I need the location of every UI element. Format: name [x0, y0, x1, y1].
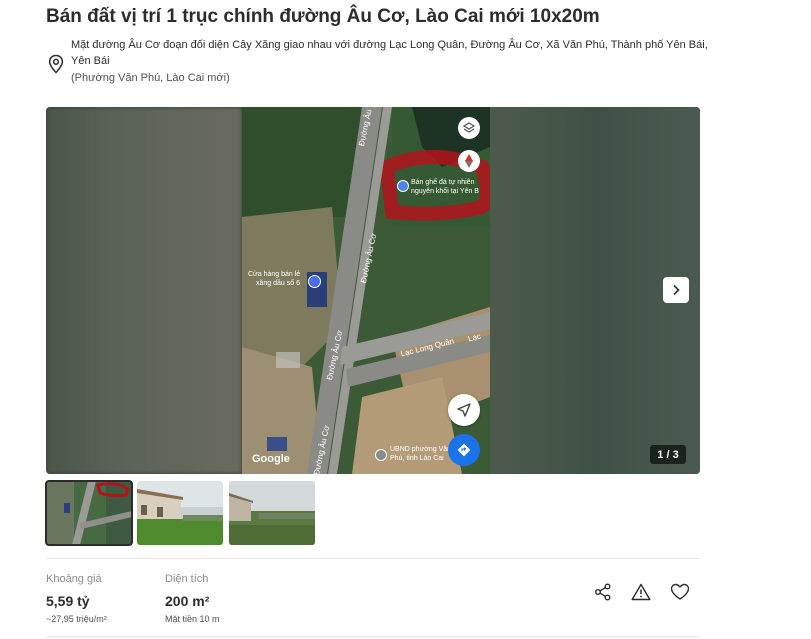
thumbnail-field[interactable] — [229, 481, 315, 545]
chevron-right-icon — [673, 284, 680, 296]
image-counter: 1 / 3 — [650, 445, 686, 464]
price-label: Khoảng giá — [46, 573, 102, 585]
map-poi-label: Bán ghế đá tự nhiên — [411, 179, 475, 186]
address-new-admin: (Phường Văn Phú, Lào Cai mới) — [71, 72, 230, 84]
map-road-label: Lạc — [467, 331, 482, 344]
area-label: Diện tích — [165, 573, 209, 585]
address-line: Mặt đường Âu Cơ đoạn đối diện Cây Xăng g… — [71, 39, 708, 67]
poi-pin-icon — [397, 180, 409, 192]
share-button[interactable] — [592, 581, 614, 603]
price-value: 5,59 tỷ — [46, 593, 90, 609]
report-button[interactable] — [630, 581, 652, 603]
gallery-blur-left — [46, 107, 242, 474]
map-poi-label: Cửa hàng bán lẻ — [248, 271, 301, 278]
field-thumbnail-image — [229, 481, 315, 545]
heart-icon — [670, 583, 690, 600]
frontage-value: Mặt tiền 10 m — [165, 614, 220, 624]
location-pin-icon — [48, 54, 64, 74]
navigation-arrow-icon — [457, 403, 471, 417]
google-logo: Google — [252, 453, 290, 465]
price-per-m2: ~27,95 triệu/m² — [46, 614, 107, 624]
fuel-pin-icon — [308, 275, 321, 288]
section-divider — [46, 558, 700, 559]
compass-icon — [465, 154, 473, 168]
poi-pin-icon — [375, 449, 387, 461]
map-road-label: Đường Âu Cơ — [359, 232, 379, 284]
map-poi-label: xăng dầu số 6 — [256, 280, 300, 287]
listing-title: Bán đất vị trí 1 trục chính đường Âu Cơ,… — [46, 6, 600, 27]
map-poi-label: Phú, tỉnh Lào Cai — [390, 455, 444, 462]
map-thumbnail-image — [46, 481, 132, 545]
thumbnail-building[interactable] — [137, 481, 223, 545]
directions-icon — [457, 443, 471, 457]
next-image-button[interactable] — [663, 277, 689, 303]
thumbnail-map[interactable] — [45, 480, 133, 546]
map-road-label: Đường Âu Cơ — [312, 424, 332, 474]
map-layers-button[interactable] — [458, 117, 480, 139]
building-thumbnail-image — [137, 481, 223, 545]
layers-icon — [463, 122, 475, 133]
map-road-label: Lạc Long Quân — [399, 336, 455, 359]
map-poi-label: nguyên khối tại Yên B — [411, 188, 479, 195]
map-locate-button[interactable] — [448, 394, 480, 426]
save-favorite-button[interactable] — [669, 581, 691, 603]
map-compass-button[interactable] — [458, 150, 480, 172]
map-directions-button[interactable] — [448, 434, 480, 466]
map-road-label: Đường Âu Cơ — [325, 329, 345, 381]
area-value: 200 m² — [165, 593, 210, 609]
map-poi-label: UBND phường Văn — [390, 446, 452, 453]
bottom-divider — [46, 636, 700, 637]
photo-gallery[interactable]: Đường Âu Cơ Đường Âu Cơ Đường Âu Cơ Đườn… — [46, 107, 700, 474]
warning-icon — [631, 583, 651, 601]
share-icon — [595, 583, 611, 601]
map-road-label: Đường Âu Cơ — [357, 107, 377, 147]
